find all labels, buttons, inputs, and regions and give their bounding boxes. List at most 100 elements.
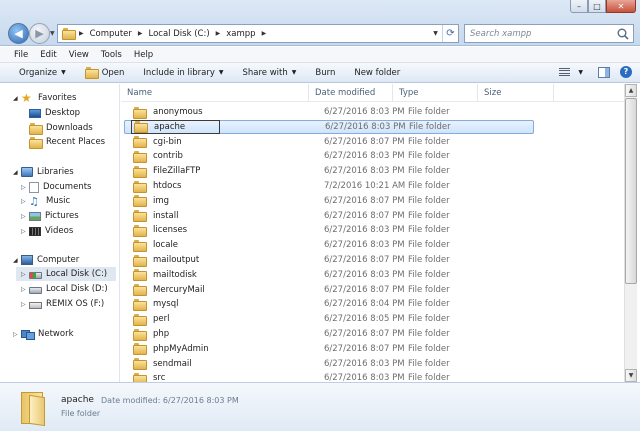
- burn-button[interactable]: Burn: [315, 68, 335, 78]
- menu-tools[interactable]: Tools: [95, 50, 128, 60]
- collapsed-arrow-icon[interactable]: ▷: [21, 286, 29, 293]
- change-view-icon[interactable]: [559, 67, 571, 77]
- expanded-arrow-icon[interactable]: ◢: [13, 95, 21, 102]
- file-row[interactable]: img 6/27/2016 8:07 PM File folder: [124, 194, 534, 208]
- address-bar[interactable]: ▶ Computer ▶ Local Disk (C:) ▶ xampp ▶ ▼…: [57, 24, 459, 43]
- menu-view[interactable]: View: [63, 50, 95, 60]
- file-row[interactable]: anonymous 6/27/2016 8:03 PM File folder: [124, 105, 534, 119]
- file-row[interactable]: licenses 6/27/2016 8:03 PM File folder: [124, 223, 534, 237]
- new-folder-label: New folder: [354, 67, 401, 78]
- sidebar-item-desktop[interactable]: Desktop: [29, 106, 80, 120]
- scroll-up-icon[interactable]: ▲: [625, 84, 637, 97]
- breadcrumb-arrow-icon[interactable]: ▶: [216, 30, 221, 37]
- expanded-arrow-icon[interactable]: ◢: [13, 169, 21, 176]
- collapsed-arrow-icon[interactable]: ▷: [21, 271, 29, 278]
- preview-pane-icon[interactable]: [598, 66, 610, 78]
- organize-button[interactable]: Organize ▼: [19, 68, 66, 78]
- breadcrumb-local-disk-c[interactable]: Local Disk (C:): [149, 29, 210, 39]
- collapsed-arrow-icon[interactable]: ▷: [21, 198, 29, 205]
- column-header-name[interactable]: Name: [121, 84, 309, 101]
- folder-icon: [133, 358, 147, 371]
- expanded-arrow-icon[interactable]: ◢: [13, 257, 21, 264]
- chevron-down-icon: ▼: [218, 69, 224, 76]
- file-name: mailtodisk: [153, 269, 197, 280]
- breadcrumb-computer[interactable]: Computer: [90, 29, 132, 39]
- details-pane: apache Date modified: 6/27/2016 8:03 PM …: [0, 382, 640, 431]
- pictures-icon: [29, 211, 41, 221]
- search-icon[interactable]: [616, 27, 630, 41]
- chevron-down-icon: ▼: [61, 69, 66, 76]
- close-button[interactable]: ✕: [606, 0, 636, 13]
- breadcrumb-arrow-icon[interactable]: ▶: [262, 30, 267, 37]
- include-label: Include in library: [143, 67, 215, 78]
- maximize-button[interactable]: □: [588, 0, 606, 13]
- collapsed-arrow-icon[interactable]: ▷: [21, 184, 29, 191]
- file-row[interactable]: phpMyAdmin 6/27/2016 8:07 PM File folder: [124, 342, 534, 356]
- sidebar-item-documents[interactable]: ▷ Documents: [21, 180, 91, 194]
- refresh-icon[interactable]: ⟳: [442, 25, 458, 42]
- breadcrumb-arrow-icon[interactable]: ▶: [79, 30, 84, 37]
- chevron-down-icon[interactable]: ▼: [578, 69, 583, 76]
- collapsed-arrow-icon[interactable]: ▷: [21, 228, 29, 235]
- column-header-type[interactable]: Type: [393, 84, 478, 101]
- search-input[interactable]: Search xampp: [470, 29, 616, 39]
- collapsed-arrow-icon[interactable]: ▷: [21, 213, 29, 220]
- search-box[interactable]: Search xampp: [464, 24, 634, 43]
- file-row[interactable]: mysql 6/27/2016 8:04 PM File folder: [124, 297, 534, 311]
- file-row[interactable]: FileZillaFTP 6/27/2016 8:03 PM File folder: [124, 164, 534, 178]
- help-icon[interactable]: ?: [620, 66, 632, 78]
- new-folder-button[interactable]: New folder: [354, 68, 400, 78]
- file-row[interactable]: htdocs 7/2/2016 10:21 AM File folder: [124, 179, 534, 193]
- file-type: File folder: [408, 284, 450, 295]
- sidebar-item-local-disk-d[interactable]: ▷ Local Disk (D:): [21, 282, 108, 296]
- file-row[interactable]: install 6/27/2016 8:07 PM File folder: [124, 209, 534, 223]
- folder-thumbnail-icon: [21, 390, 47, 424]
- menu-help[interactable]: Help: [128, 50, 159, 60]
- file-row[interactable]: mailtodisk 6/27/2016 8:03 PM File folder: [124, 268, 534, 282]
- file-row[interactable]: cgi-bin 6/27/2016 8:07 PM File folder: [124, 135, 534, 149]
- back-button[interactable]: ◀: [8, 23, 29, 44]
- sidebar-item-network[interactable]: ▷ Network: [13, 327, 74, 341]
- scroll-down-icon[interactable]: ▼: [625, 369, 637, 382]
- menu-edit[interactable]: Edit: [34, 50, 62, 60]
- collapsed-arrow-icon[interactable]: ▷: [13, 331, 21, 338]
- folder-icon: [62, 28, 76, 40]
- file-row[interactable]: perl 6/27/2016 8:05 PM File folder: [124, 312, 534, 326]
- sidebar-item-music[interactable]: ▷ ♫ Music: [21, 194, 70, 208]
- sidebar-item-remix-os[interactable]: ▷ REMIX OS (F:): [21, 297, 104, 311]
- scroll-thumb[interactable]: [625, 98, 637, 284]
- file-row[interactable]: sendmail 6/27/2016 8:03 PM File folder: [124, 357, 534, 371]
- sidebar-item-recent-places[interactable]: Recent Places: [29, 135, 105, 149]
- share-with-button[interactable]: Share with ▼: [243, 68, 297, 78]
- folder-icon: [133, 269, 147, 282]
- file-row[interactable]: MercuryMail 6/27/2016 8:07 PM File folder: [124, 283, 534, 297]
- drive-icon: [29, 272, 42, 279]
- include-in-library-button[interactable]: Include in library ▼: [143, 68, 223, 78]
- file-row[interactable]: mailoutput 6/27/2016 8:07 PM File folder: [124, 253, 534, 267]
- minimize-button[interactable]: –: [570, 0, 588, 13]
- column-header-size[interactable]: Size: [478, 84, 554, 101]
- sidebar-item-favorites[interactable]: ◢ ★ Favorites: [13, 91, 76, 105]
- sidebar-item-computer[interactable]: ◢ Computer: [13, 253, 79, 267]
- forward-button[interactable]: ▶: [29, 23, 50, 44]
- sidebar-item-pictures[interactable]: ▷ Pictures: [21, 209, 79, 223]
- file-row[interactable]: php 6/27/2016 8:07 PM File folder: [124, 327, 534, 341]
- forward-arrow-icon: ▶: [35, 27, 44, 40]
- menu-file[interactable]: File: [0, 50, 34, 60]
- file-row[interactable]: apache 6/27/2016 8:03 PM File folder: [124, 119, 534, 134]
- file-row[interactable]: contrib 6/27/2016 8:03 PM File folder: [124, 149, 534, 163]
- recent-pages-dropdown-icon[interactable]: ▼: [50, 30, 55, 37]
- sidebar-item-downloads[interactable]: Downloads: [29, 121, 93, 135]
- breadcrumb-xampp[interactable]: xampp: [226, 29, 255, 39]
- vertical-scrollbar[interactable]: ▲ ▼: [624, 84, 637, 382]
- file-name: contrib: [153, 151, 183, 162]
- sidebar-item-libraries[interactable]: ◢ Libraries: [13, 165, 74, 179]
- column-header-date-modified[interactable]: Date modified: [309, 84, 393, 101]
- file-row[interactable]: locale 6/27/2016 8:03 PM File folder: [124, 238, 534, 252]
- sidebar-item-videos[interactable]: ▷ Videos: [21, 224, 73, 238]
- collapsed-arrow-icon[interactable]: ▷: [21, 301, 29, 308]
- sidebar-item-local-disk-c[interactable]: ▷ Local Disk (C:): [16, 267, 116, 281]
- address-history-dropdown-icon[interactable]: ▼: [429, 30, 442, 37]
- breadcrumb-arrow-icon[interactable]: ▶: [138, 30, 143, 37]
- open-button[interactable]: Open: [84, 67, 124, 79]
